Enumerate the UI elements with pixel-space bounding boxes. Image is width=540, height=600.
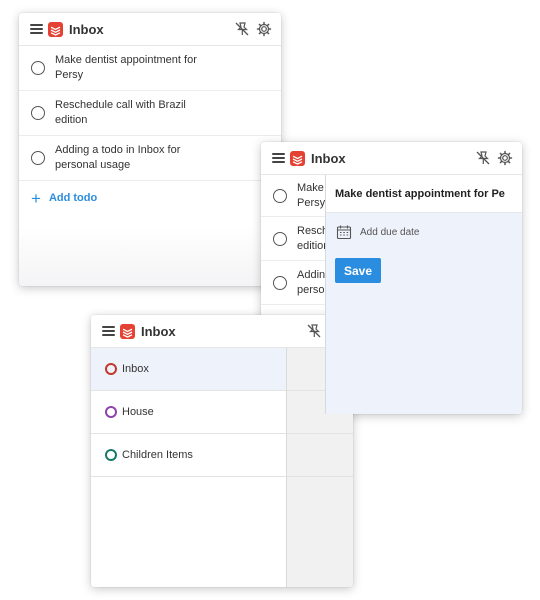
panel-title: Inbox (141, 323, 176, 339)
inbox-panel-projects: Inbox Inbox House Children Items (91, 315, 353, 587)
gear-icon[interactable] (256, 21, 272, 37)
todo-item[interactable]: Adding a todo in Inbox for personal usage (19, 136, 281, 181)
todoist-logo-icon (48, 21, 63, 37)
complete-checkbox[interactable] (31, 61, 45, 75)
project-label: Children Items (122, 449, 193, 461)
project-label: House (122, 406, 154, 418)
panel-title: Inbox (311, 150, 346, 166)
todoist-logo-icon (290, 150, 305, 166)
todo-list: Make dentist appointment for Persy Resche… (19, 46, 281, 215)
add-due-date-button[interactable]: Add due date (326, 213, 522, 240)
project-item-children-items[interactable]: Children Items (91, 434, 286, 477)
complete-checkbox[interactable] (31, 151, 45, 165)
gear-icon[interactable] (497, 150, 513, 166)
detail-title[interactable]: Make dentist appointment for Pe (326, 175, 522, 213)
project-color-icon (105, 363, 117, 375)
add-todo-button[interactable]: + Add todo (19, 181, 281, 215)
unpin-icon[interactable] (475, 150, 491, 166)
todo-text: Make dentist appointment for Persy (55, 54, 197, 81)
menu-icon[interactable] (102, 326, 115, 336)
complete-checkbox[interactable] (273, 275, 287, 290)
project-label: Inbox (122, 363, 149, 375)
complete-checkbox[interactable] (273, 231, 287, 246)
todo-text: Reschedule call with Brazil edition (55, 99, 186, 126)
todo-text: Adding a todo in Inbox for personal usage (55, 144, 181, 171)
due-date-label: Add due date (360, 226, 420, 238)
panel-header: Inbox (19, 13, 281, 46)
todoist-logo-icon (120, 323, 135, 339)
todo-item[interactable]: Make dentist appointment for Persy (19, 46, 281, 91)
complete-checkbox[interactable] (31, 106, 45, 120)
panel-bottom-fade (19, 226, 281, 286)
save-button[interactable]: Save (335, 258, 381, 283)
todo-item[interactable]: Reschedule call with Brazil edition (19, 91, 281, 136)
unpin-icon[interactable] (306, 323, 322, 339)
project-color-icon (105, 406, 117, 418)
unpin-icon[interactable] (234, 21, 250, 37)
project-list: Inbox House Children Items (91, 348, 287, 587)
todo-detail-pane: Make dentist appointment for Pe Add due … (325, 175, 522, 414)
menu-icon[interactable] (272, 153, 285, 163)
panel-header: Inbox (261, 142, 522, 175)
panel-header: Inbox (91, 315, 353, 348)
plus-icon: + (31, 188, 41, 208)
panel-title: Inbox (69, 21, 104, 37)
project-item-house[interactable]: House (91, 391, 286, 434)
project-color-icon (105, 449, 117, 461)
project-item-inbox[interactable]: Inbox (91, 348, 286, 391)
complete-checkbox[interactable] (273, 188, 287, 203)
inbox-panel-main: Inbox Make dentist appointment for Persy … (19, 13, 281, 286)
calendar-icon (336, 225, 352, 240)
menu-icon[interactable] (30, 24, 43, 34)
add-todo-label: Add todo (48, 192, 98, 204)
